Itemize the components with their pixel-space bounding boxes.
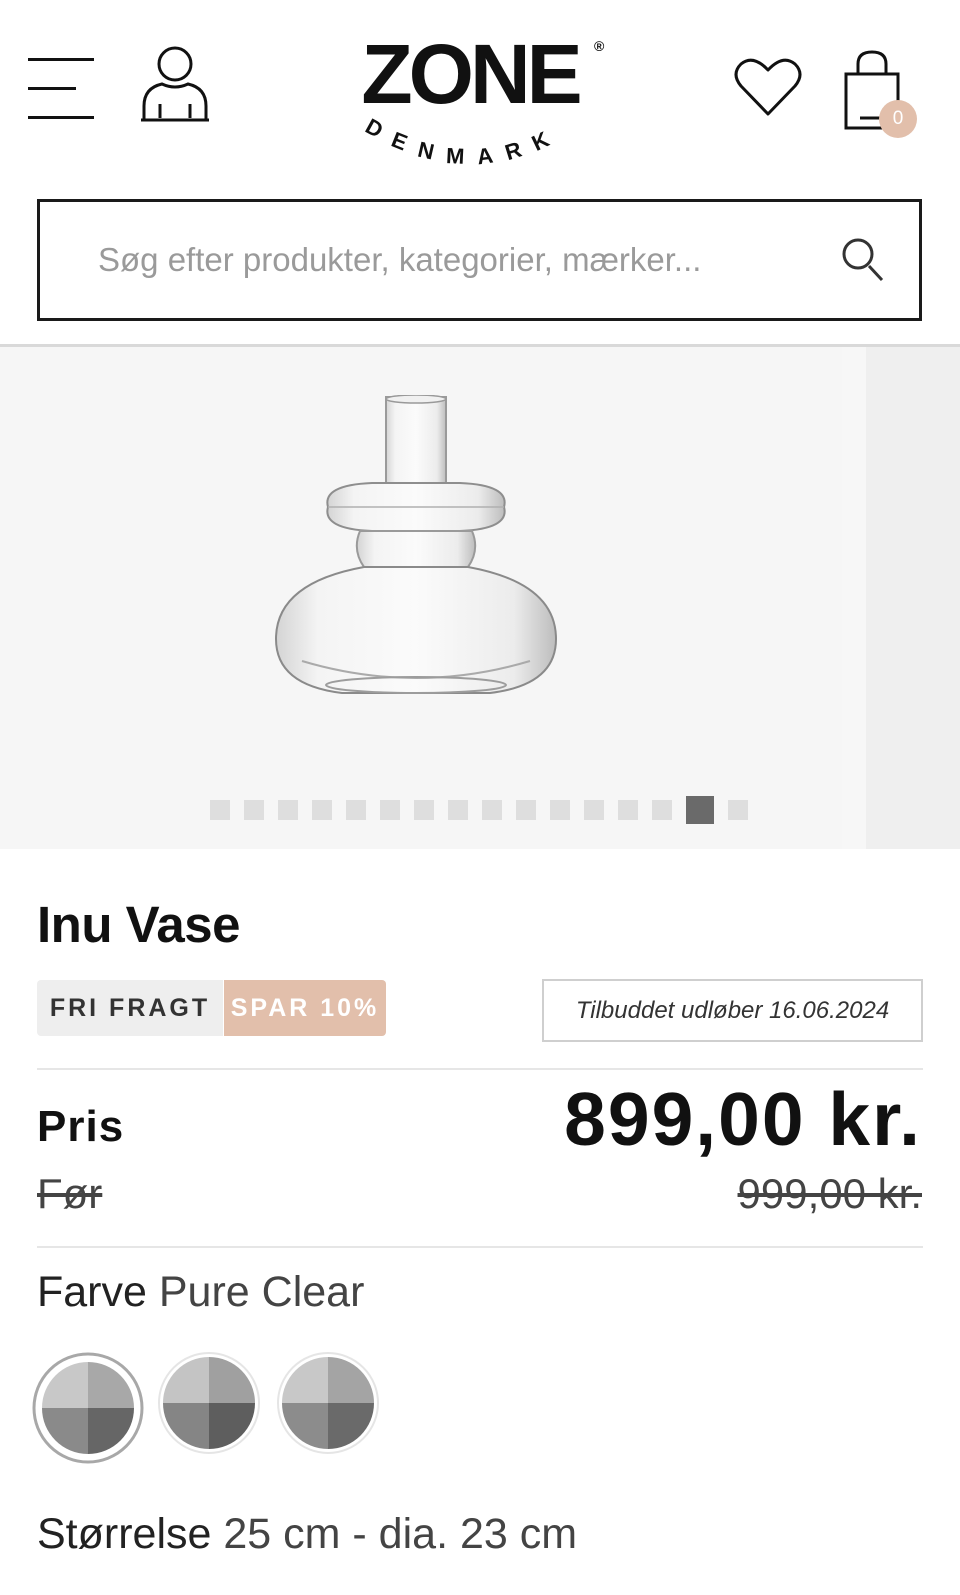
- site-logo[interactable]: ZONE ® DENMARK: [340, 30, 620, 180]
- price-label: Pris: [37, 1102, 125, 1151]
- gallery-dot[interactable]: [210, 800, 230, 820]
- heart-icon[interactable]: [733, 56, 803, 118]
- color-swatch-option-2[interactable]: [157, 1351, 261, 1455]
- gallery-dot[interactable]: [652, 800, 672, 820]
- discount-badge: SPAR 10%: [224, 980, 386, 1036]
- color-selector-heading: Farve Pure Clear: [37, 1268, 364, 1317]
- search-icon[interactable]: [840, 234, 888, 286]
- gallery-dot[interactable]: [728, 800, 748, 820]
- size-info: Størrelse 25 cm - dia. 23 cm: [37, 1510, 577, 1559]
- gallery-slide-next-peek[interactable]: [866, 347, 960, 849]
- gallery-slide-current[interactable]: [0, 347, 842, 849]
- color-swatch-option-3[interactable]: [276, 1351, 380, 1455]
- gallery-dot[interactable]: [584, 800, 604, 820]
- product-title: Inu Vase: [37, 896, 240, 953]
- divider: [37, 1068, 923, 1070]
- size-value: 25 cm - dia. 23 cm: [223, 1510, 578, 1558]
- color-label: Farve: [37, 1268, 147, 1316]
- gallery-dot[interactable]: [618, 800, 638, 820]
- gallery-dot[interactable]: [346, 800, 366, 820]
- cart-count-badge[interactable]: 0: [879, 100, 917, 138]
- gallery-dot[interactable]: [380, 800, 400, 820]
- gallery-dot[interactable]: [550, 800, 570, 820]
- color-swatch-pure-clear-selected[interactable]: [32, 1352, 144, 1464]
- current-price: 899,00 kr.: [564, 1077, 922, 1161]
- logo-subtitle: DENMARK: [361, 113, 565, 169]
- gallery-dot[interactable]: [278, 800, 298, 820]
- gallery-pagination: [210, 795, 748, 825]
- product-gallery[interactable]: [0, 347, 960, 849]
- divider: [37, 1246, 923, 1248]
- gallery-dot[interactable]: [448, 800, 468, 820]
- size-label: Størrelse: [37, 1510, 212, 1558]
- gallery-dot[interactable]: [482, 800, 502, 820]
- gallery-dot[interactable]: [312, 800, 332, 820]
- search-bar: [37, 199, 922, 321]
- site-header: ZONE ® DENMARK 0: [0, 0, 960, 190]
- menu-icon[interactable]: [28, 56, 96, 122]
- gallery-dot-active[interactable]: [686, 796, 714, 824]
- svg-text:DENMARK: DENMARK: [361, 113, 565, 169]
- gallery-dot[interactable]: [414, 800, 434, 820]
- search-input[interactable]: [98, 230, 798, 290]
- user-icon[interactable]: [140, 44, 210, 124]
- gallery-dot[interactable]: [244, 800, 264, 820]
- product-image: [274, 395, 558, 694]
- logo-registered-mark: ®: [594, 38, 605, 54]
- free-shipping-badge: FRI FRAGT: [37, 980, 223, 1036]
- offer-expiry-notice: Tilbuddet udløber 16.06.2024: [542, 979, 923, 1042]
- before-price-label: Før: [37, 1170, 103, 1217]
- before-price: 999,00 kr.: [737, 1170, 922, 1217]
- gallery-dot[interactable]: [516, 800, 536, 820]
- color-value: Pure Clear: [158, 1268, 365, 1316]
